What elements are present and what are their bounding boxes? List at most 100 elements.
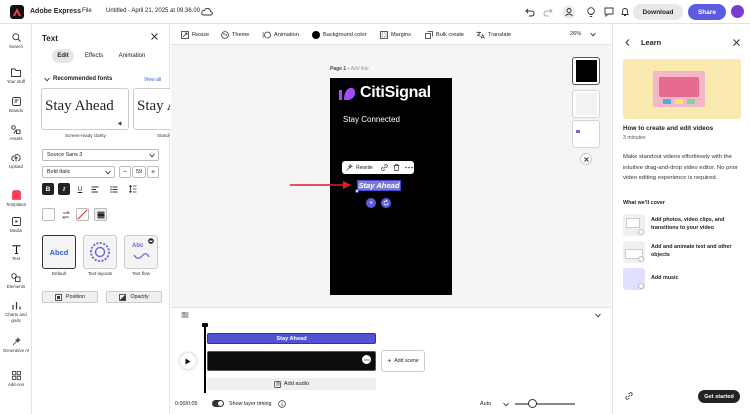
notification-bell-icon[interactable] [620,7,630,17]
show-layer-timing-toggle[interactable] [212,400,224,407]
rail-item-text[interactable]: Text [0,245,32,261]
tab-animation[interactable]: Animation [114,49,150,63]
line-spacing-icon[interactable] [127,183,139,195]
more-icon[interactable] [362,355,371,364]
user-avatar[interactable] [731,5,744,18]
font-style-select[interactable]: Bold Italic [42,166,115,178]
close-icon[interactable] [733,39,740,46]
close-thumbnails-button[interactable] [580,153,592,165]
lesson-thumbnail[interactable] [623,268,645,290]
lesson-thumbnail[interactable] [623,214,645,236]
animation-button[interactable]: Animation [262,31,299,39]
rail-item-your-stuff[interactable]: Your stuff [0,68,32,84]
page-thumbnail[interactable] [572,90,600,118]
no-fill-swatch[interactable] [76,208,89,221]
rewrite-icon[interactable] [346,164,353,171]
close-icon[interactable] [151,33,158,40]
add-scene-button[interactable]: + Add scene [381,350,425,372]
rail-item-assets[interactable]: Assets [0,125,32,141]
more-icon[interactable] [405,166,413,169]
theme-button[interactable]: Theme [221,31,249,39]
rail-item-upload[interactable]: Upload [0,153,32,169]
rail-item-add-ons[interactable]: Add-ons [0,371,32,387]
underline-button[interactable]: U [74,183,86,195]
brand-heading[interactable]: CitiSignal [360,84,431,102]
bullet-list-icon[interactable] [108,183,120,195]
increase-font-size-button[interactable]: + [147,166,159,178]
background-color-button[interactable]: Background color [312,31,367,39]
lesson-thumbnail[interactable] [623,241,645,263]
delete-icon[interactable] [393,164,400,171]
font-family-select[interactable]: Source Sans 3 [42,149,159,161]
add-element-button[interactable]: + [366,198,376,208]
tab-edit[interactable]: Edit [52,49,74,63]
rail-item-charts-and-grids[interactable]: Charts and grids [0,301,32,324]
text-color-swatch[interactable] [42,208,55,221]
add-audio-button[interactable]: Add audio [207,378,376,390]
text-track[interactable]: Stay Ahead [207,333,376,344]
decrease-font-size-button[interactable]: − [119,166,131,178]
lesson-item[interactable]: Add and animate text and other objects [651,243,746,259]
text-style-layouts[interactable] [83,235,117,269]
document-title[interactable]: Untitled - April 21, 2025 at 09.36.00 [106,8,200,14]
file-menu[interactable]: File [82,8,92,14]
undo-icon[interactable] [525,7,535,17]
rail-item-brands[interactable]: Brands [0,97,32,113]
font-card[interactable]: Stay Ahead [41,88,129,130]
page-thumbnail[interactable] [572,57,600,85]
lesson-item[interactable]: Add photos, video clips, and transitions… [651,216,746,232]
opacity-button[interactable]: Opacity [106,291,162,303]
chevron-down-icon[interactable] [44,77,50,82]
rail-item-media[interactable]: Media [0,217,32,233]
font-card[interactable]: Stay A [133,88,170,130]
view-all-link[interactable]: View all [144,77,161,83]
align-left-icon[interactable] [89,183,101,195]
text-style-flow[interactable]: Abc [124,235,158,269]
share-button[interactable]: Share [688,4,726,20]
redo-icon[interactable] [543,7,553,17]
stroke-style-icon[interactable] [94,208,107,221]
page-thumbnail[interactable] [572,120,600,148]
link-icon[interactable] [625,392,633,400]
rewrite-button[interactable]: Rewrite [356,165,373,171]
tab-effects[interactable]: Effects [80,49,108,63]
resize-button[interactable]: Resize [181,31,209,39]
timeline-zoom-slider[interactable] [515,403,575,405]
download-button[interactable]: Download [633,4,683,20]
lightbulb-icon[interactable] [586,7,596,18]
subtitle-text[interactable]: Stay Connected [343,115,400,124]
comment-icon[interactable] [604,7,614,17]
tutorial-hero-image[interactable] [623,59,741,119]
lesson-item[interactable]: Add music [651,274,746,282]
text-style-default[interactable]: Abcd [42,235,76,269]
add-title-link[interactable]: Add title [351,66,369,72]
link-icon[interactable] [381,164,388,171]
timeline-settings-icon[interactable] [181,312,189,318]
collaborate-icon[interactable] [562,5,576,19]
play-button[interactable] [180,353,196,369]
info-icon[interactable] [278,400,286,408]
speed-select[interactable]: Auto [480,401,509,407]
zoom-select[interactable]: 26% [570,31,597,37]
adobe-express-logo-icon[interactable] [10,5,24,19]
timeline-zoom-slider-handle[interactable] [528,399,537,408]
selected-text-box[interactable]: Stay Ahead [357,180,401,191]
rail-item-elements[interactable]: Elements [0,273,32,289]
playhead[interactable] [202,323,208,393]
bulk-create-button[interactable]: Bulk create [425,31,464,39]
bold-button[interactable]: B [42,183,54,195]
font-size-input[interactable]: 59 [132,166,146,178]
rail-item-generative-ai[interactable]: Generative AI [0,337,32,354]
margins-button[interactable]: Margins [380,31,411,39]
rail-item-search[interactable]: Search [0,33,32,49]
video-track[interactable] [207,351,376,371]
rotate-button[interactable] [381,198,391,208]
translate-button[interactable]: Translate [476,31,511,39]
position-button[interactable]: Position [42,291,98,303]
swap-icon[interactable] [62,211,70,219]
cloud-icon[interactable] [201,7,213,17]
chevron-down-icon[interactable] [595,313,601,318]
selection-handle[interactable] [355,189,359,193]
italic-button[interactable]: I [58,183,70,195]
rail-item-templates[interactable]: Templates [0,190,32,207]
